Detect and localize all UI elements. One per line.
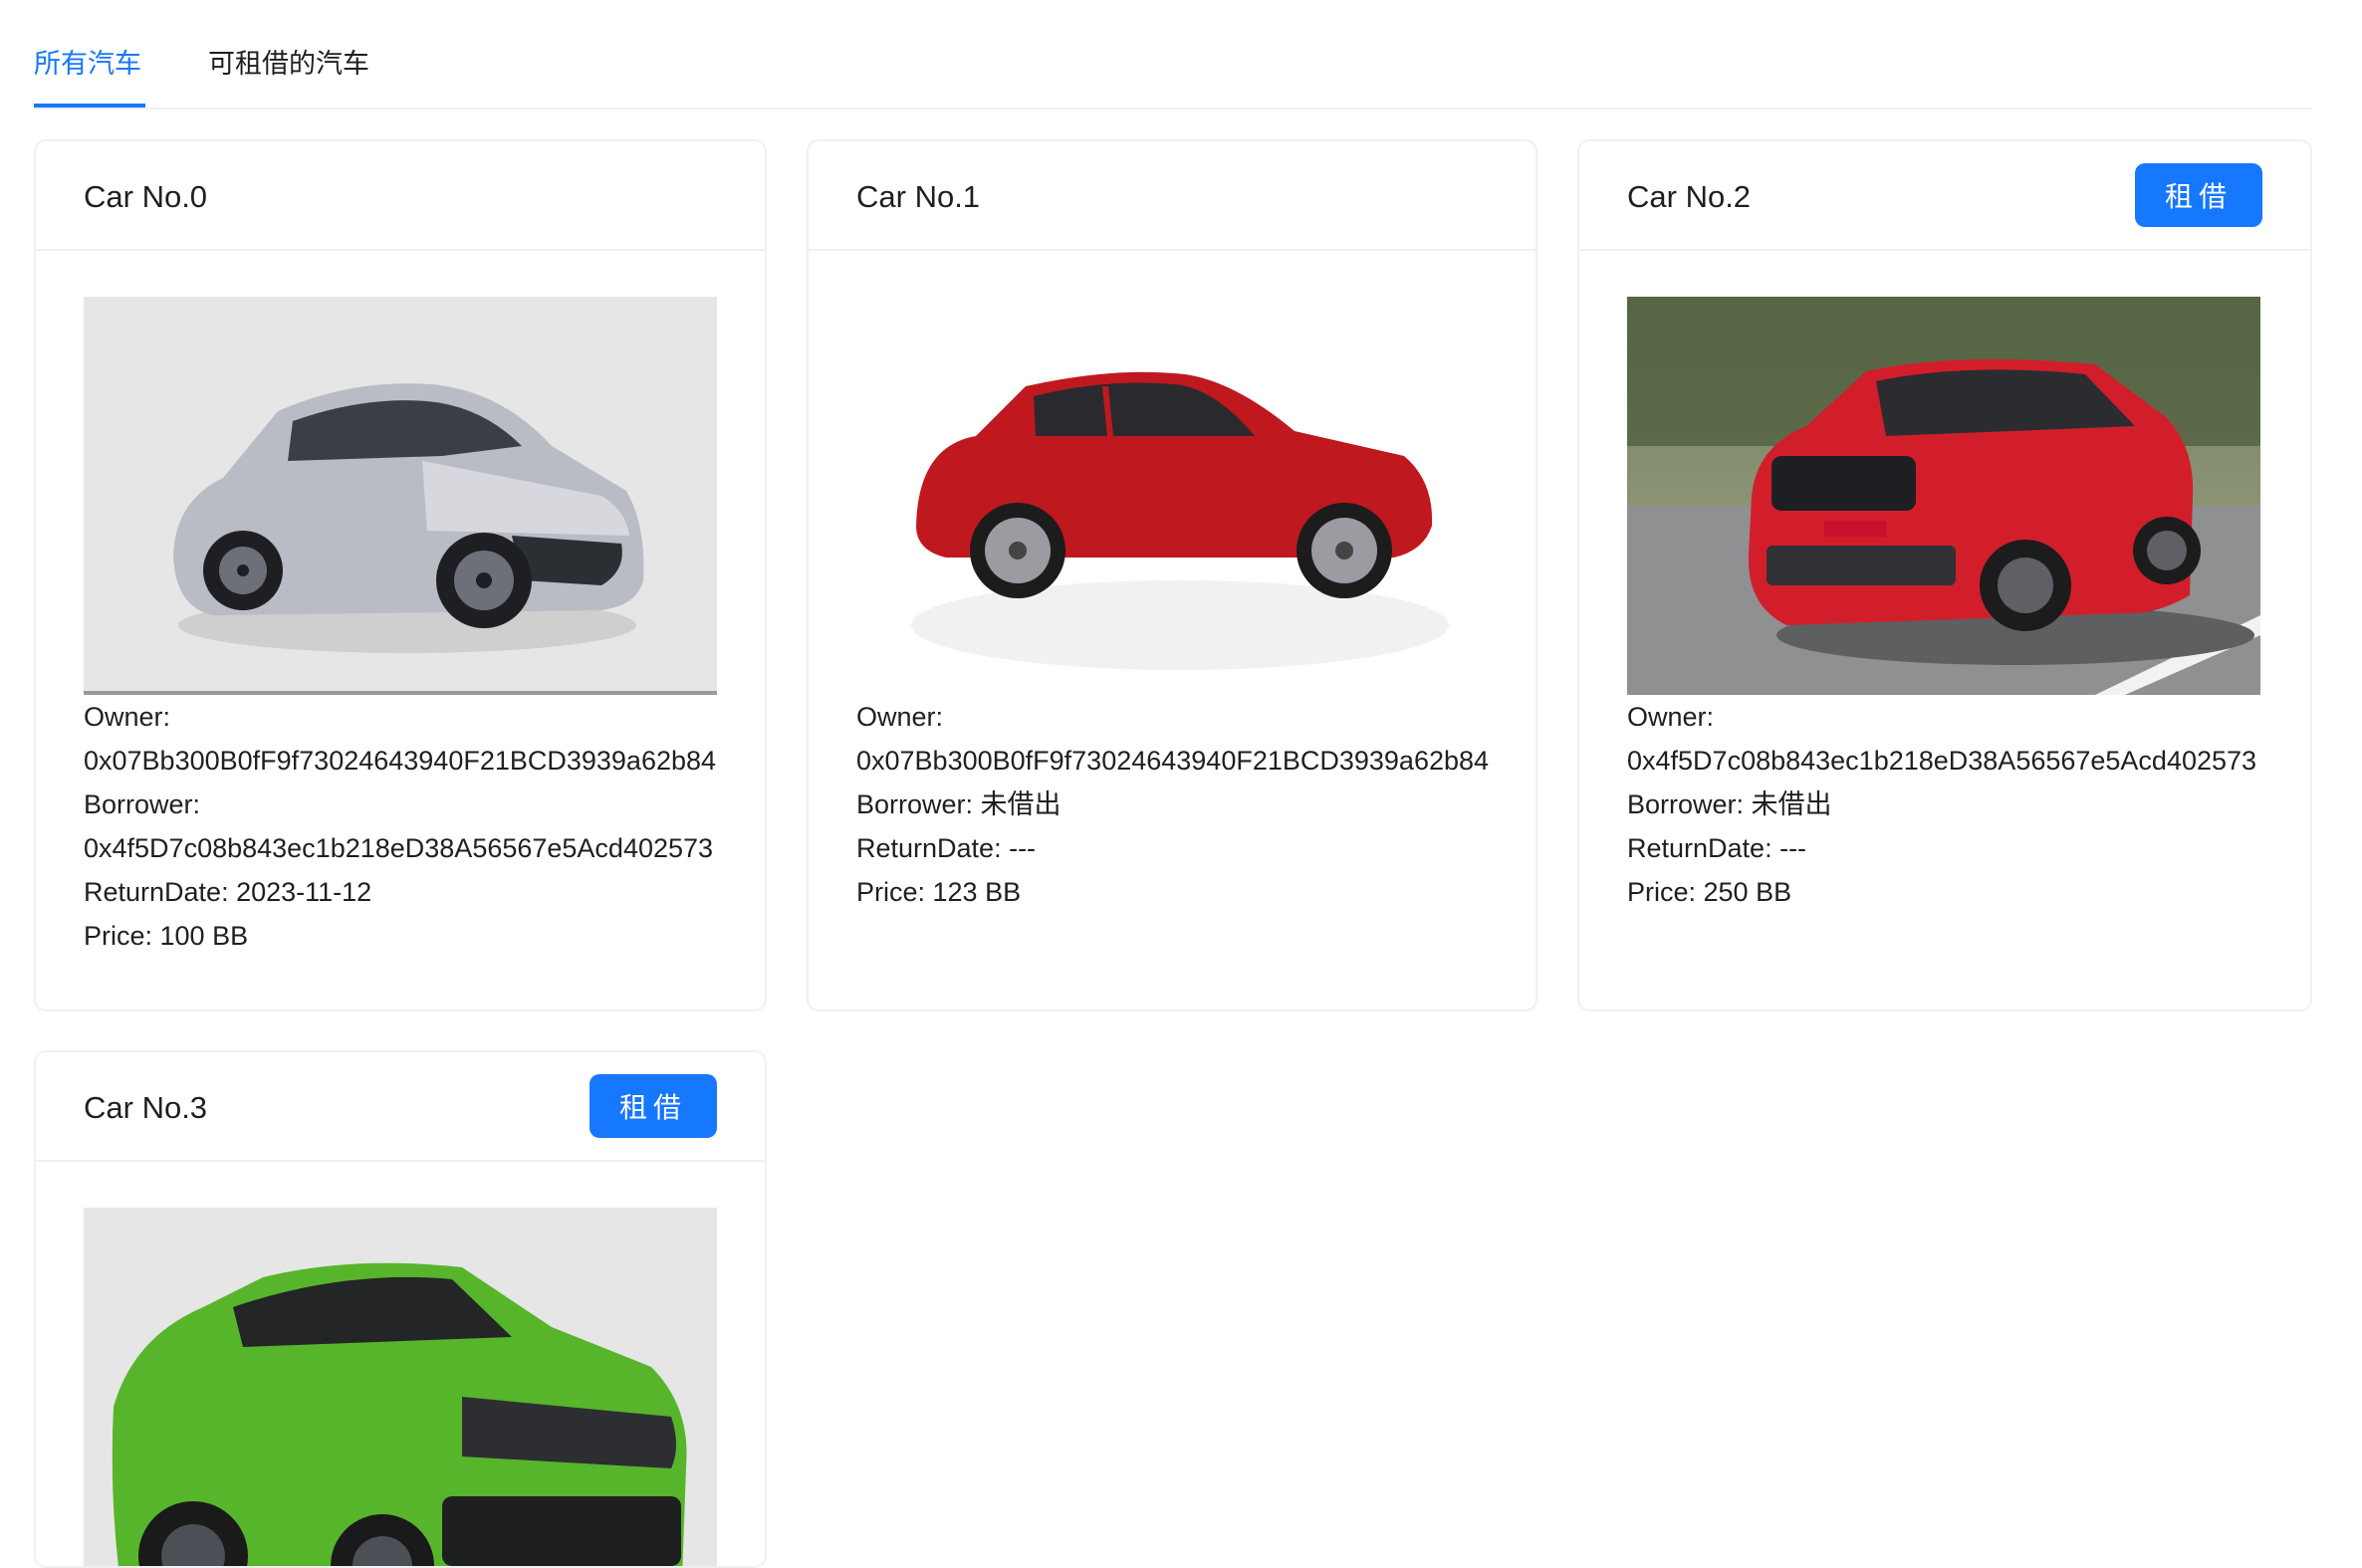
borrower: Borrower: 未借出 [1627,789,1832,819]
car-card-0: Car No.0 Owner: 0x07Bb300B0fF9f730246439… [34,139,767,1011]
owner-label: Owner: [1627,702,1715,732]
tab-bar: 所有汽车 可租借的汽车 [34,0,2312,110]
owner-address: 0x07Bb300B0fF9f73024643940F21BCD3939a62b… [856,746,1490,776]
car-card-2: Car No.2 租借 Owner: 0x4f5D7c08b843ec1b218… [1577,139,2312,1011]
return-date: ReturnDate: --- [856,833,1037,863]
card-header: Car No.1 [809,141,1535,251]
car-card-1: Car No.1 Owner: 0x07Bb300B0fF9f730246439… [807,139,1537,1011]
card-title: Car No.2 [1627,179,1752,214]
borrower-label: Borrower: [84,789,201,819]
car-card-3: Car No.3 租借 [34,1050,767,1568]
rent-button[interactable]: 租借 [590,1074,717,1138]
rent-button[interactable]: 租借 [2135,163,2262,227]
return-date: ReturnDate: 2023-11-12 [84,877,372,907]
car-image-red-suv-on-road [1627,297,2260,695]
car-info: Owner: 0x07Bb300B0fF9f73024643940F21BCD3… [856,695,1489,914]
car-image-green-suv [84,1208,717,1566]
return-date: ReturnDate: --- [1627,833,1807,863]
owner-label: Owner: [84,702,171,732]
card-title: Car No.3 [84,1090,208,1125]
tab-rentable-cars[interactable]: 可租借的汽车 [208,44,369,84]
owner-address: 0x4f5D7c08b843ec1b218eD38A56567e5Acd4025… [1627,746,2257,776]
car-info: Owner: 0x4f5D7c08b843ec1b218eD38A56567e5… [1627,695,2256,914]
card-header: Car No.2 租借 [1579,141,2310,251]
card-header: Car No.3 租借 [36,1052,765,1162]
price: Price: 250 BB [1627,877,1792,907]
car-info: Owner: 0x07Bb300B0fF9f73024643940F21BCD3… [84,695,716,958]
price: Price: 100 BB [84,921,249,951]
owner-address: 0x07Bb300B0fF9f73024643940F21BCD3939a62b… [84,746,717,776]
card-header: Car No.0 [36,141,765,251]
borrower: Borrower: 未借出 [856,789,1062,819]
tab-all-cars[interactable]: 所有汽车 [34,44,141,84]
car-image-silver-sedan [84,297,717,695]
card-title: Car No.0 [84,179,208,214]
borrower-address: 0x4f5D7c08b843ec1b218eD38A56567e5Acd4025… [84,833,714,863]
active-tab-indicator [34,104,145,108]
owner-label: Owner: [856,702,944,732]
price: Price: 123 BB [856,877,1022,907]
car-image-red-hatchback [856,297,1490,695]
card-title: Car No.1 [856,179,981,214]
